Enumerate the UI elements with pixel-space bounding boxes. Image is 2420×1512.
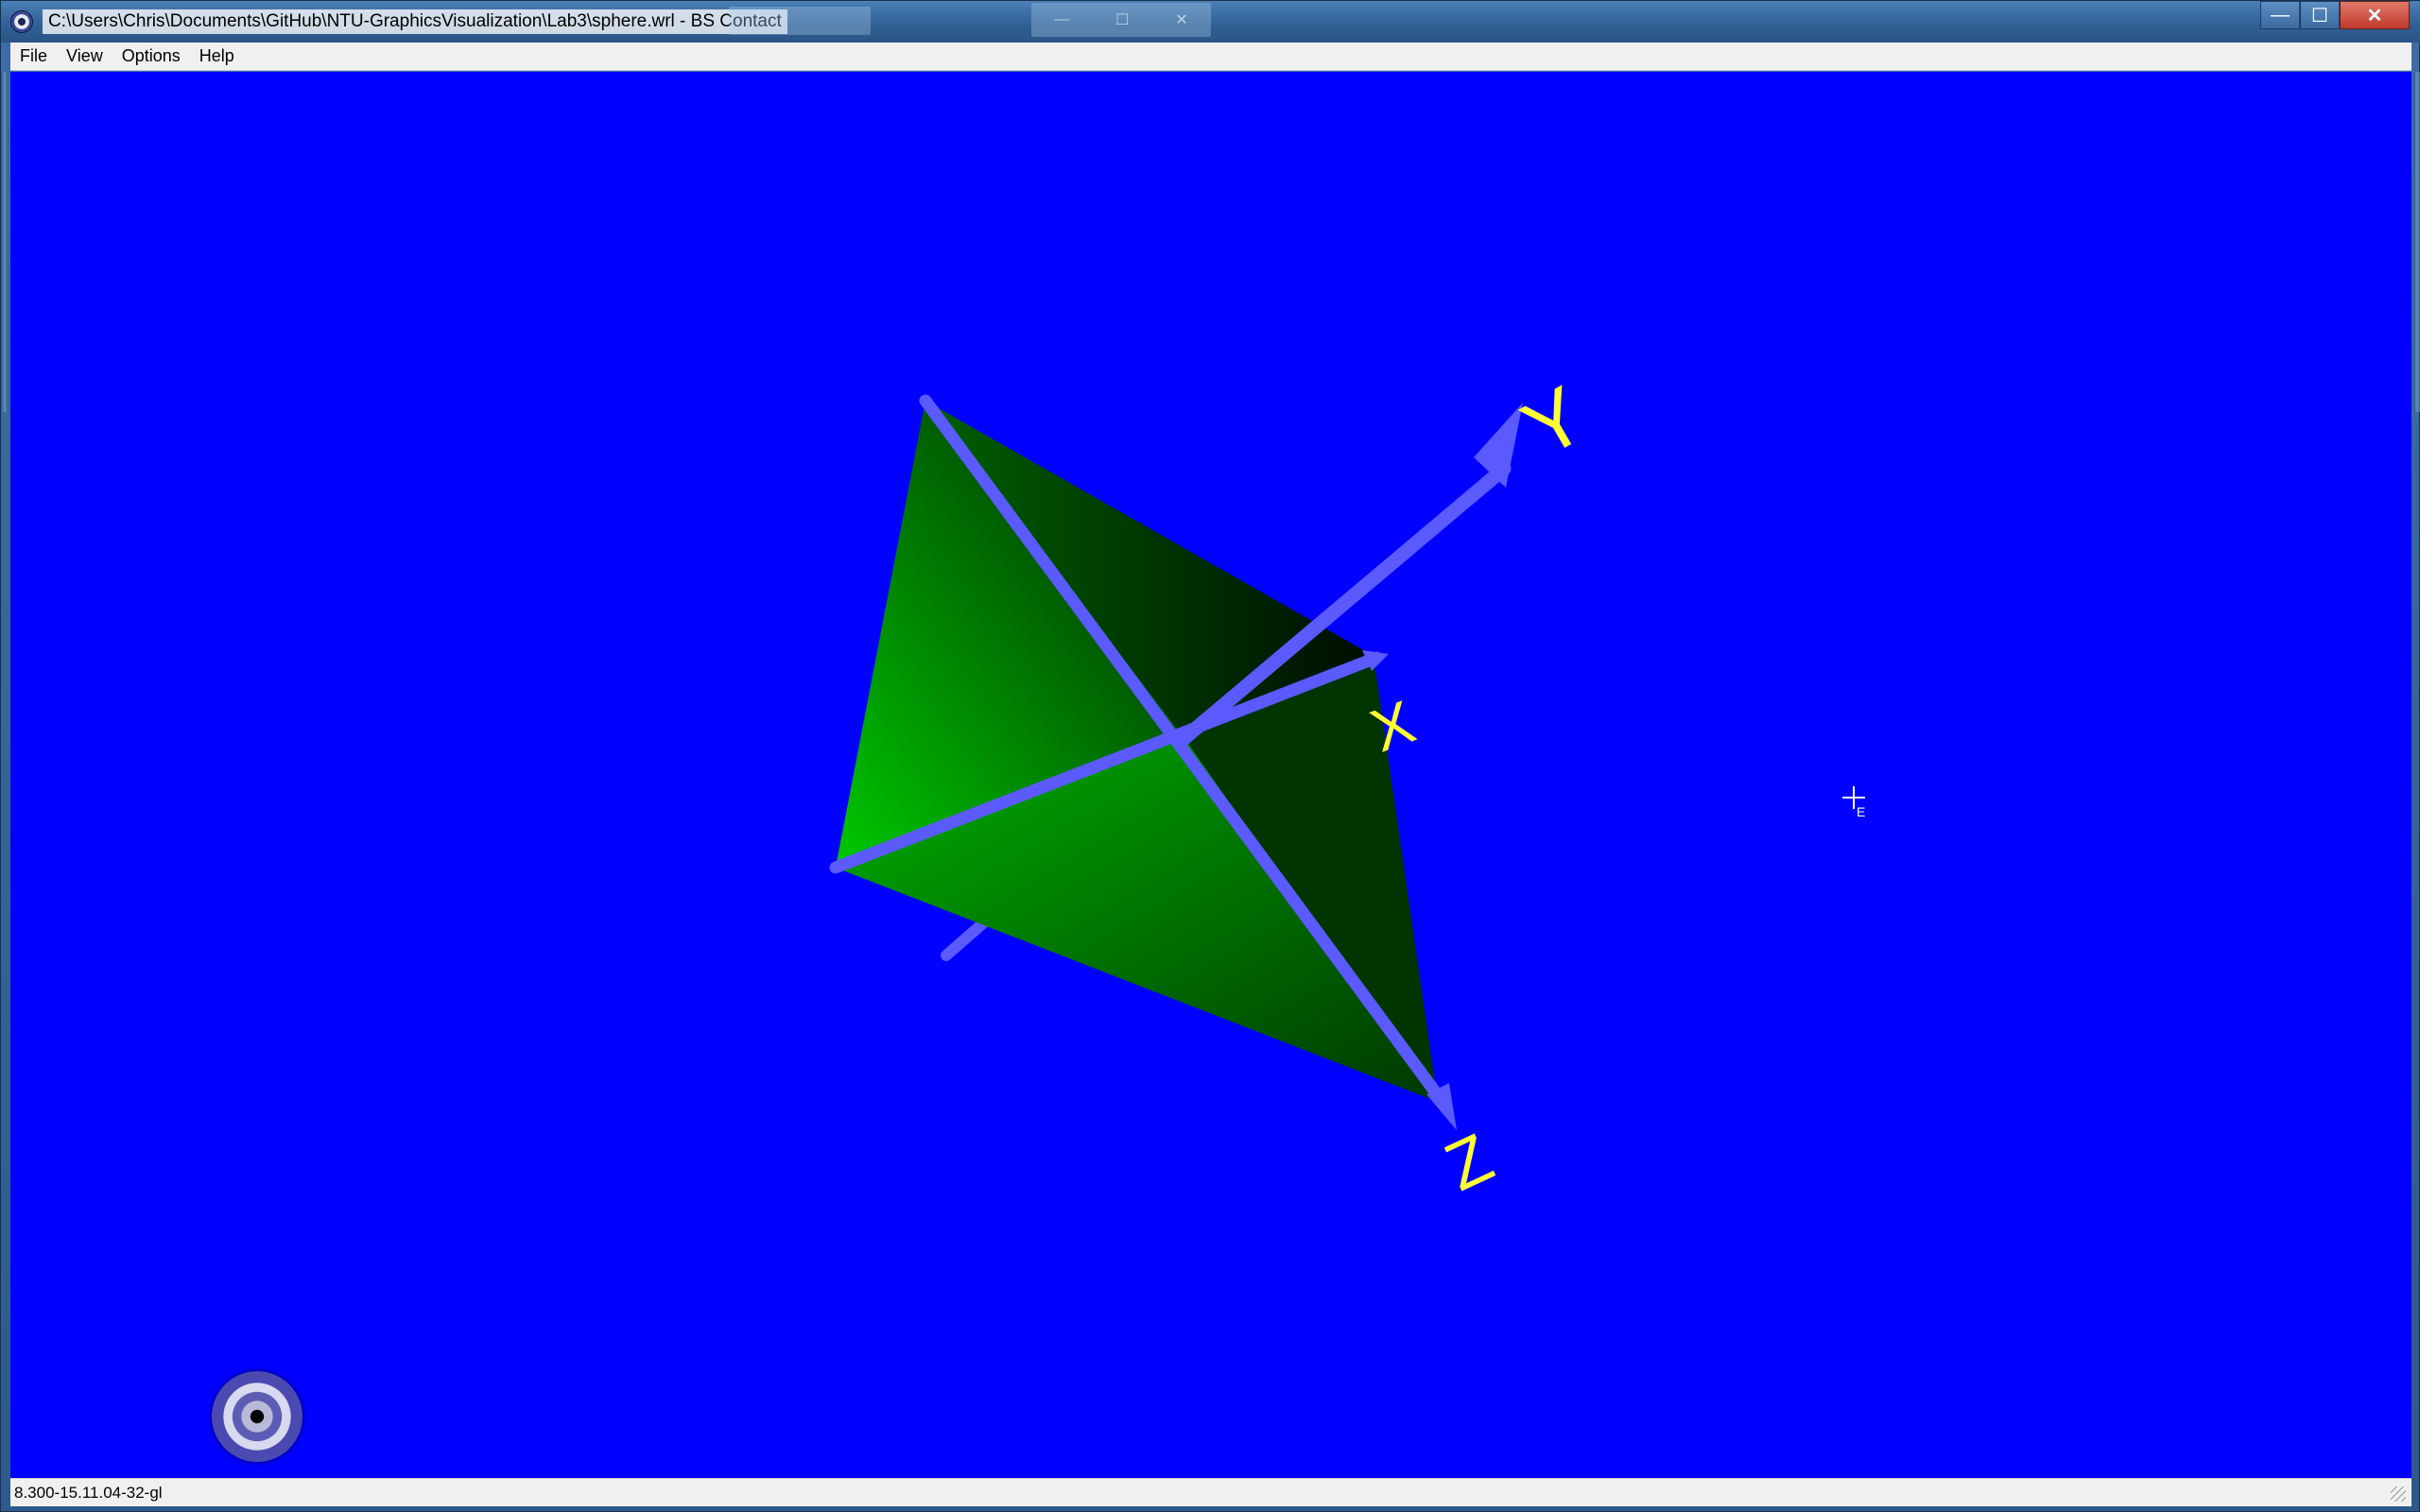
menu-help[interactable]: Help xyxy=(190,46,244,66)
cursor-mode-label: E xyxy=(1857,804,1865,819)
y-axis-arrowhead xyxy=(1474,403,1523,488)
axis-label-z: Z xyxy=(1434,1120,1504,1206)
window-controls: — ☐ ✕ xyxy=(2260,1,2410,29)
ghost-minimize-icon: — xyxy=(1054,11,1070,27)
maximize-button[interactable]: ☐ xyxy=(2300,1,2340,29)
scene-canvas: Y X Z E xyxy=(829,369,1865,1206)
menu-file[interactable]: File xyxy=(10,46,57,66)
window-title: C:\Users\Chris\Documents\GitHub\NTU-Grap… xyxy=(43,9,787,34)
title-bar[interactable]: C:\Users\Chris\Documents\GitHub\NTU-Grap… xyxy=(1,1,2420,43)
menu-options[interactable]: Options xyxy=(112,46,190,66)
minimize-button[interactable]: — xyxy=(2260,1,2300,29)
left-edge-scroll xyxy=(1,72,9,412)
status-bar: 8.300-15.11.04-32-gl xyxy=(10,1478,2411,1506)
resize-grip-icon[interactable] xyxy=(2391,1486,2406,1502)
ghost-maximize-icon: ☐ xyxy=(1115,12,1130,28)
menu-bar: File View Options Help xyxy=(10,43,2411,71)
crosshair-cursor-icon: E xyxy=(1842,786,1865,819)
ghost-close-icon: ✕ xyxy=(1175,12,1188,28)
right-edge-scroll xyxy=(2413,72,2420,412)
menu-view[interactable]: View xyxy=(57,46,112,66)
app-window: C:\Users\Chris\Documents\GitHub\NTU-Grap… xyxy=(0,0,2420,1512)
ghost-window-title xyxy=(729,7,871,35)
navigation-control-icon[interactable] xyxy=(212,1371,302,1462)
ghost-window-controls: — ☐ ✕ xyxy=(1031,3,1211,37)
back-axis-stub xyxy=(941,917,990,961)
axis-label-y: Y xyxy=(1508,369,1600,475)
bs-contact-app-icon[interactable] xyxy=(10,10,33,33)
3d-viewport[interactable]: Y X Z E xyxy=(10,72,2411,1478)
close-button[interactable]: ✕ xyxy=(2340,1,2410,29)
version-string: 8.300-15.11.04-32-gl xyxy=(14,1483,163,1502)
